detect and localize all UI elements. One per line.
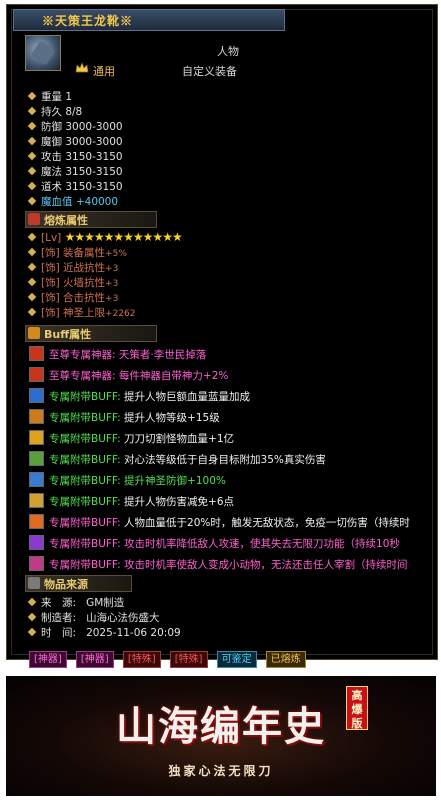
buff-row: 专属附带BUFF: 对心法等级低于自身目标附加35%真实伤害 [29, 451, 326, 467]
artifact-icon [29, 346, 44, 361]
item-tags: [神器] [神器] [特殊] [特殊] 可鉴定 已熔炼 [29, 647, 310, 668]
tag-refined: 已熔炼 [265, 651, 306, 668]
hp-boost-icon [29, 388, 44, 403]
stat-row-hp: 魔血值 +40000 [27, 195, 118, 210]
source-row: 时 间: 2025-11-06 20:09 [27, 625, 181, 640]
banner-logo-title: 山海编年史 [116, 703, 326, 750]
buff-row: 专属附带BUFF: 攻击时机率使敌人变成小动物，无法还击任人宰割（持续时间 [29, 556, 408, 572]
stat-row: 魔御 3000-3000 [27, 135, 123, 150]
game-banner: 山海编年史 高爆版 独家心法无限刀 [6, 676, 436, 796]
custom-equipment-label: 自定义装备 [182, 65, 237, 78]
stat-row: 魔法 3150-3150 [27, 165, 123, 180]
source-icon [28, 577, 40, 589]
buff-row: 专属附带BUFF: 提升人物伤害减免+6点 [29, 493, 234, 509]
banner-badge: 高爆版 [346, 686, 368, 730]
refine-row: [饰] 近战抗性+3 [27, 260, 118, 275]
item-tooltip: ※天策王龙靴※ 人物 通用 自定义装备 重量 1 持久 8/8 防御 3000-… [6, 4, 438, 668]
banner-subtitle: 独家心法无限刀 [168, 764, 274, 778]
boots-icon [25, 35, 61, 71]
tag-artifact: [神器] [75, 651, 114, 668]
source-row: 制造者: 山海心法伤盛大 [27, 610, 160, 625]
stat-row: 持久 8/8 [27, 105, 82, 120]
buff-section-header: Buff属性 [25, 325, 157, 342]
tag-artifact: [神器] [29, 651, 67, 668]
source-row: 来 源: GM制造 [27, 595, 124, 610]
stat-row: 防御 3000-3000 [27, 120, 123, 135]
item-title-bar: ※天策王龙靴※ [13, 9, 285, 31]
refine-section-header: 熔炼属性 [25, 211, 157, 228]
defense-icon [29, 472, 44, 487]
item-rarity: 通用 [93, 65, 115, 78]
crown-icon [75, 62, 89, 73]
polymorph-icon [29, 556, 44, 571]
true-damage-icon [29, 451, 44, 466]
buff-row: 专属附带BUFF: 提升神圣防御+100% [29, 472, 226, 488]
artifact-icon [29, 367, 44, 382]
tag-special: [特殊] [122, 651, 161, 668]
tag-special: [特殊] [169, 651, 208, 668]
stat-row: 重量 1 [27, 90, 72, 105]
buff-row: 专属附带BUFF: 人物血量低于20%时，触发无敌状态，免疫一切伤害（持续时 [29, 514, 410, 530]
star-rating: ★★★★★★★★★★★★ [64, 230, 183, 244]
refine-row: [饰] 火墙抗性+3 [27, 275, 118, 290]
buff-icon [28, 327, 40, 339]
buff-row: 专属附带BUFF: 攻击时机率降低敌人攻速，使其失去无限刀功能（持续10秒 [29, 535, 400, 551]
buff-row: 至尊专属神器: 天策者·李世民掉落 [29, 346, 206, 362]
stat-row: 攻击 3150-3150 [27, 150, 123, 165]
refine-level-row: [Lv] ★★★★★★★★★★★★ [27, 230, 183, 244]
fire-icon [28, 213, 40, 225]
cut-icon [29, 430, 44, 445]
invincible-icon [29, 514, 44, 529]
buff-row: 专属附带BUFF: 刀刀切割怪物血量+1亿 [29, 430, 234, 446]
buff-row: 专属附带BUFF: 提升人物巨额血量蓝量加成 [29, 388, 250, 404]
refine-row: [饰] 合击抗性+3 [27, 290, 118, 305]
damage-reduction-icon [29, 493, 44, 508]
level-icon [29, 409, 44, 424]
item-title: ※天策王龙靴※ [42, 14, 134, 28]
item-type: 人物 [217, 45, 239, 58]
tag-identifiable: 可鉴定 [216, 651, 257, 668]
source-section-header: 物品来源 [25, 575, 132, 592]
refine-row: [饰] 装备属性+5% [27, 245, 127, 260]
buff-row: 至尊专属神器: 每件神器自带神力+2% [29, 367, 228, 383]
buff-row: 专属附带BUFF: 提升人物等级+15级 [29, 409, 220, 425]
slow-icon [29, 535, 44, 550]
stat-row: 道术 3150-3150 [27, 180, 123, 195]
refine-row: [饰] 神圣上限+2262 [27, 305, 136, 320]
